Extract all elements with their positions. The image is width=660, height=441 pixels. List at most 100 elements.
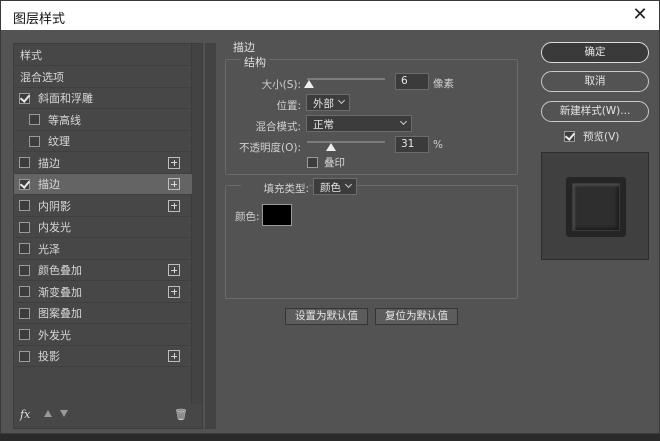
structure-title: 结构 <box>241 54 269 70</box>
style-list-item[interactable]: 等高线 <box>14 110 192 131</box>
size-label: 大小(S): <box>261 79 301 91</box>
trash-icon[interactable]: 🗑 <box>174 408 188 421</box>
size-slider-thumb[interactable] <box>303 80 314 88</box>
size-slider-track[interactable] <box>307 78 385 80</box>
style-list-item-label: 图案叠加 <box>38 307 82 320</box>
style-checkbox[interactable] <box>19 200 30 211</box>
preview-inner-shape <box>572 183 620 231</box>
dialog-title: 图层样式 <box>13 12 66 27</box>
style-list-item[interactable]: 纹理 <box>14 131 192 152</box>
styles-list-scrollbar[interactable] <box>191 44 202 404</box>
style-preview <box>541 152 649 260</box>
opacity-slider-thumb[interactable] <box>326 143 337 151</box>
style-list-item-label: 投影 <box>38 350 60 363</box>
new-style-button[interactable]: 新建样式(W)... <box>541 101 649 122</box>
style-list-item-label: 外发光 <box>38 328 71 342</box>
move-up-icon[interactable] <box>44 410 52 417</box>
blend-mode-label: 混合模式: <box>255 121 301 133</box>
style-checkbox[interactable] <box>19 286 30 297</box>
style-list-item[interactable]: 渐变叠加 <box>14 282 192 303</box>
fx-icon[interactable]: fx <box>20 408 30 421</box>
plus-icon[interactable] <box>168 264 180 276</box>
preview-checkbox[interactable] <box>564 131 575 142</box>
styles-list-toolbar: fx 🗑 <box>20 408 196 422</box>
style-list-item-label: 光泽 <box>38 242 60 256</box>
chevron-down-icon <box>344 180 353 189</box>
move-down-icon[interactable] <box>60 410 68 417</box>
preview-row[interactable]: 预览(V) <box>564 129 619 144</box>
style-list-item[interactable]: 混合选项 <box>14 67 192 88</box>
chevron-down-icon <box>399 117 408 126</box>
style-list-item[interactable]: 内发光 <box>14 217 192 238</box>
fill-type-label: 填充类型: <box>241 181 309 196</box>
plus-icon[interactable] <box>168 178 180 190</box>
style-list-item[interactable]: 投影 <box>14 346 192 367</box>
stroke-section-title: 描边 <box>233 41 255 54</box>
style-checkbox[interactable] <box>19 157 30 168</box>
style-list-item-label: 斜面和浮雕 <box>38 92 93 105</box>
close-icon[interactable]: ✕ <box>629 4 651 26</box>
preview-outer-shape <box>566 177 626 237</box>
style-list-item-label: 描边 <box>38 178 60 191</box>
overprint-checkbox[interactable] <box>307 157 318 168</box>
style-checkbox[interactable] <box>19 264 30 276</box>
color-label: 颜色: <box>235 211 260 223</box>
color-swatch[interactable] <box>262 204 292 226</box>
style-checkbox[interactable] <box>19 178 30 190</box>
style-list-item-label: 纹理 <box>48 135 70 148</box>
fill-type-select-value: 颜色 <box>320 182 341 194</box>
style-list-item[interactable]: 描边 <box>14 153 192 174</box>
preview-label: 预览(V) <box>583 131 620 143</box>
style-checkbox[interactable] <box>29 114 40 125</box>
styles-list-panel: fx 🗑 样式 混合选项 斜面和浮雕 等高线 纹理 描边 描边 内阴影 内发光 光泽 颜色叠加 渐变叠… <box>13 43 203 429</box>
style-list-item[interactable]: 斜面和浮雕 <box>14 88 192 109</box>
size-input[interactable]: 6 <box>395 73 429 90</box>
style-list-item-label: 内阴影 <box>38 199 71 213</box>
make-default-button[interactable]: 设置为默认值 <box>285 308 368 325</box>
style-list-item-label: 渐变叠加 <box>38 285 82 299</box>
style-checkbox[interactable] <box>19 221 30 233</box>
style-list-item[interactable]: 样式 <box>14 45 192 66</box>
position-select[interactable]: 外部 <box>306 94 350 111</box>
style-list-item[interactable]: 描边 <box>14 174 192 195</box>
opacity-slider-track[interactable] <box>307 141 385 143</box>
style-list-item[interactable]: 光泽 <box>14 239 192 260</box>
middle-divider-scrollbar[interactable] <box>205 43 216 429</box>
style-list-item-label: 内发光 <box>38 221 71 234</box>
plus-icon[interactable] <box>168 199 180 212</box>
layer-style-dialog: 图层样式 ✕ fx 🗑 样式 混合选项 斜面和浮雕 等高线 纹理 描边 描边 内阴影 内发光 光泽… <box>0 0 660 434</box>
opacity-label: 不透明度(O): <box>239 142 301 154</box>
reset-default-button[interactable]: 复位为默认值 <box>375 308 458 325</box>
style-checkbox[interactable] <box>19 92 30 104</box>
chevron-down-icon <box>337 96 346 105</box>
style-checkbox[interactable] <box>19 243 30 254</box>
style-list-item[interactable]: 外发光 <box>14 325 192 346</box>
title-bar: 图层样式 ✕ <box>1 1 659 30</box>
style-checkbox[interactable] <box>19 329 30 340</box>
style-checkbox[interactable] <box>19 350 30 362</box>
style-checkbox[interactable] <box>29 135 40 147</box>
ok-button[interactable]: 确定 <box>541 42 649 63</box>
position-label: 位置: <box>276 100 301 112</box>
opacity-unit: % <box>433 139 443 151</box>
style-list-item-label: 颜色叠加 <box>38 264 82 277</box>
overprint-label: 叠印 <box>324 157 345 169</box>
style-checkbox[interactable] <box>19 307 30 319</box>
cancel-button[interactable]: 取消 <box>541 71 649 92</box>
opacity-input[interactable]: 31 <box>395 136 429 153</box>
plus-icon[interactable] <box>168 350 180 362</box>
size-unit: 像素 <box>433 78 454 90</box>
style-list-item[interactable]: 颜色叠加 <box>14 260 192 281</box>
style-list-item-label: 等高线 <box>48 113 81 127</box>
plus-icon[interactable] <box>168 285 180 298</box>
blend-mode-select[interactable]: 正常 <box>306 115 412 132</box>
fill-type-select[interactable]: 颜色 <box>313 178 357 195</box>
style-list-item[interactable]: 内阴影 <box>14 196 192 217</box>
overprint-row[interactable]: 叠印 <box>307 155 345 170</box>
style-list-item[interactable]: 图案叠加 <box>14 303 192 324</box>
position-select-value: 外部 <box>313 98 334 110</box>
plus-icon[interactable] <box>168 156 180 169</box>
background-strip <box>0 434 660 441</box>
style-list-item-label: 描边 <box>38 156 60 170</box>
blend-mode-select-value: 正常 <box>313 119 334 131</box>
